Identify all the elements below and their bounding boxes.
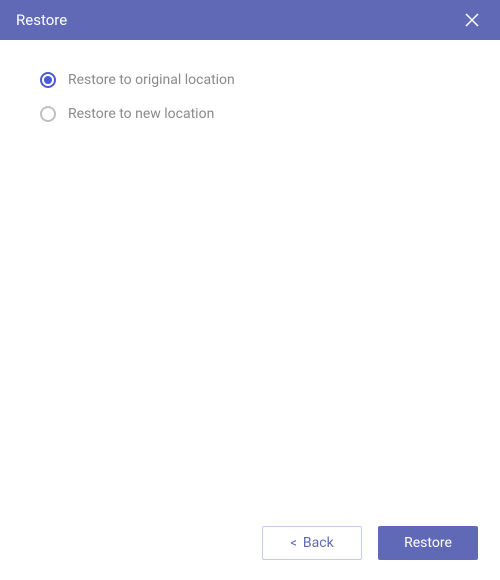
radio-label: Restore to new location xyxy=(68,106,214,122)
radio-label: Restore to original location xyxy=(68,72,235,88)
restore-button-label: Restore xyxy=(404,535,452,551)
dialog-title: Restore xyxy=(16,11,67,29)
restore-dialog: Restore Restore to original location Res… xyxy=(0,0,500,580)
back-button-label: Back xyxy=(303,535,334,551)
dialog-footer: < Back Restore xyxy=(0,506,500,580)
radio-dot-icon xyxy=(44,76,52,84)
dialog-content: Restore to original location Restore to … xyxy=(0,40,500,506)
radio-option-new-location[interactable]: Restore to new location xyxy=(40,106,460,122)
restore-button[interactable]: Restore xyxy=(378,526,478,560)
chevron-left-icon: < xyxy=(290,536,297,551)
radio-icon xyxy=(40,106,56,122)
back-button[interactable]: < Back xyxy=(262,526,362,560)
close-button[interactable] xyxy=(460,8,484,32)
radio-option-original-location[interactable]: Restore to original location xyxy=(40,72,460,88)
close-icon xyxy=(464,12,480,28)
dialog-header: Restore xyxy=(0,0,500,40)
radio-icon xyxy=(40,72,56,88)
